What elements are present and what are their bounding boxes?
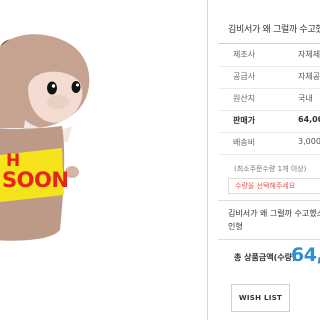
spec-value: 국내 xyxy=(298,94,313,103)
total-price-label: 총 상품금액(수량) xyxy=(234,253,296,262)
section-divider xyxy=(218,200,320,201)
spec-value: 자체제 xyxy=(298,50,320,59)
wishlist-button[interactable]: WISH LIST xyxy=(231,284,290,312)
spec-label: 제조사 xyxy=(233,50,256,59)
coming-soon-sticker: H SOON xyxy=(2,150,69,198)
option-select-placeholder: 수량을 선택해주세요 xyxy=(235,182,296,190)
spec-row-origin: 원산지 국내 xyxy=(218,88,320,111)
panel-divider xyxy=(207,0,208,320)
product-info-panel: 김비서가 왜 그럴까 수고했 제조사 자체제 공급사 자체공 원산지 국내 판매… xyxy=(218,0,320,320)
spec-value: 3,000 xyxy=(298,137,320,146)
option-select[interactable]: 수량을 선택해주세요 xyxy=(228,178,320,194)
spec-label: 원산지 xyxy=(233,94,256,103)
spec-label: 배송비 xyxy=(233,138,256,147)
spec-label: 판매가 xyxy=(233,116,256,125)
description-line: 인형 xyxy=(228,222,243,231)
spec-row-sale-price: 판매가 64,00 xyxy=(218,110,320,133)
spec-row-shipping: 배송비 3,000 xyxy=(218,132,320,155)
sale-price-value: 64,00 xyxy=(298,115,320,124)
spec-row-supplier: 공급사 자체공 xyxy=(218,66,320,89)
total-divider xyxy=(218,239,320,240)
spec-value: 자체공 xyxy=(298,72,320,81)
spec-label: 공급사 xyxy=(233,72,256,81)
description-line: 김비서가 왜 그럴까 수고했소 뜻 xyxy=(228,209,320,218)
min-quantity-note: (최소주문수량 1개 이상) xyxy=(234,165,307,173)
product-title: 김비서가 왜 그럴까 수고했 xyxy=(228,25,320,35)
product-image: H SOON xyxy=(0,0,205,320)
sticker-text-bottom: SOON xyxy=(2,168,69,192)
product-description: 김비서가 왜 그럴까 수고했소 뜻 인형 xyxy=(228,207,320,233)
spec-row-manufacturer: 제조사 자체제 xyxy=(218,44,320,67)
total-price-value: 64,0 xyxy=(291,244,320,266)
